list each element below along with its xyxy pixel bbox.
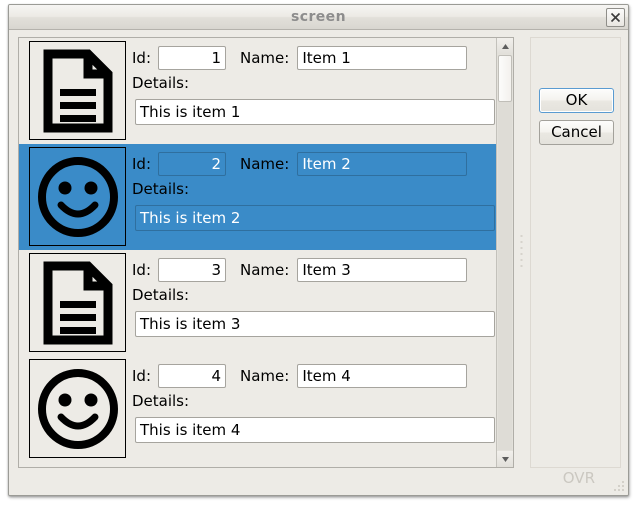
close-icon[interactable]	[606, 8, 625, 27]
name-field[interactable]: Item 2	[297, 152, 468, 176]
list-item[interactable]: Id: 1 Name: Item 1 Details: This is item 1	[19, 38, 498, 144]
pane-splitter[interactable]	[517, 37, 527, 468]
list-viewport: Id: 1 Name: Item 1 Details: This is item 1 Id:…	[19, 38, 498, 467]
details-label: Details:	[132, 286, 190, 304]
details-row: This is item 3	[135, 311, 495, 337]
name-label: Name:	[240, 261, 290, 279]
id-field[interactable]: 1	[158, 46, 226, 70]
id-label: Id:	[132, 155, 151, 173]
triangle-up-icon[interactable]	[497, 38, 513, 54]
client-area: Id: 1 Name: Item 1 Details: This is item 1 Id:…	[9, 30, 628, 495]
list-item[interactable]: Id: 3 Name: Item 3 Details: This is item 3	[19, 250, 498, 356]
id-label: Id:	[132, 261, 151, 279]
triangle-down-icon[interactable]	[497, 451, 513, 467]
id-name-row: Id: 2 Name: Item 2	[132, 152, 468, 176]
window-title: screen	[291, 9, 346, 25]
list-item[interactable]: Id: 4 Name: Item 4 Details: This is item 4	[19, 356, 498, 462]
id-field[interactable]: 3	[158, 258, 226, 282]
details-field[interactable]: This is item 1	[135, 99, 495, 125]
id-label: Id:	[132, 49, 151, 67]
id-name-row: Id: 1 Name: Item 1	[132, 46, 468, 70]
details-field[interactable]: This is item 3	[135, 311, 495, 337]
details-label: Details:	[132, 74, 190, 92]
document-icon	[29, 41, 126, 140]
details-row: This is item 1	[135, 99, 495, 125]
details-label: Details:	[132, 392, 190, 410]
title-bar[interactable]: screen	[9, 5, 628, 30]
name-field[interactable]: Item 4	[297, 364, 468, 388]
details-field[interactable]: This is item 2	[135, 205, 495, 231]
document-icon	[29, 253, 126, 352]
details-row: This is item 2	[135, 205, 495, 231]
splitter-grip-icon	[520, 234, 524, 271]
name-label: Name:	[240, 367, 290, 385]
smiley-face-icon	[29, 147, 126, 246]
dialog-window: screen Id: 1 Name: Item 1 Details: This is it…	[8, 4, 629, 496]
id-field[interactable]: 2	[158, 152, 226, 176]
id-label: Id:	[132, 367, 151, 385]
resize-grip-icon[interactable]	[611, 478, 624, 491]
item-fields: Id: 1 Name: Item 1 Details: This is item 1	[132, 38, 498, 144]
id-name-row: Id: 3 Name: Item 3	[132, 258, 468, 282]
details-label: Details:	[132, 180, 190, 198]
name-label: Name:	[240, 49, 290, 67]
list-item[interactable]: Id: 2 Name: Item 2 Details: This is item 2	[19, 144, 498, 250]
scrollbar-thumb[interactable]	[498, 55, 512, 102]
details-row: This is item 4	[135, 417, 495, 443]
name-field[interactable]: Item 3	[297, 258, 468, 282]
item-list[interactable]: Id: 1 Name: Item 1 Details: This is item 1 Id:…	[18, 37, 514, 468]
status-badge-overwrite: OVR	[562, 469, 595, 487]
id-field[interactable]: 4	[158, 364, 226, 388]
button-pane: OK Cancel	[530, 37, 621, 468]
cancel-button[interactable]: Cancel	[539, 120, 614, 145]
ok-button[interactable]: OK	[539, 88, 614, 113]
item-fields: Id: 3 Name: Item 3 Details: This is item 3	[132, 250, 498, 356]
list-vertical-scrollbar[interactable]	[496, 38, 513, 467]
item-fields: Id: 2 Name: Item 2 Details: This is item 2	[132, 144, 498, 250]
item-fields: Id: 4 Name: Item 4 Details: This is item 4	[132, 356, 498, 462]
name-label: Name:	[240, 155, 290, 173]
details-field[interactable]: This is item 4	[135, 417, 495, 443]
smiley-face-icon	[29, 359, 126, 458]
id-name-row: Id: 4 Name: Item 4	[132, 364, 468, 388]
name-field[interactable]: Item 1	[297, 46, 468, 70]
scrollbar-track[interactable]	[498, 102, 512, 450]
